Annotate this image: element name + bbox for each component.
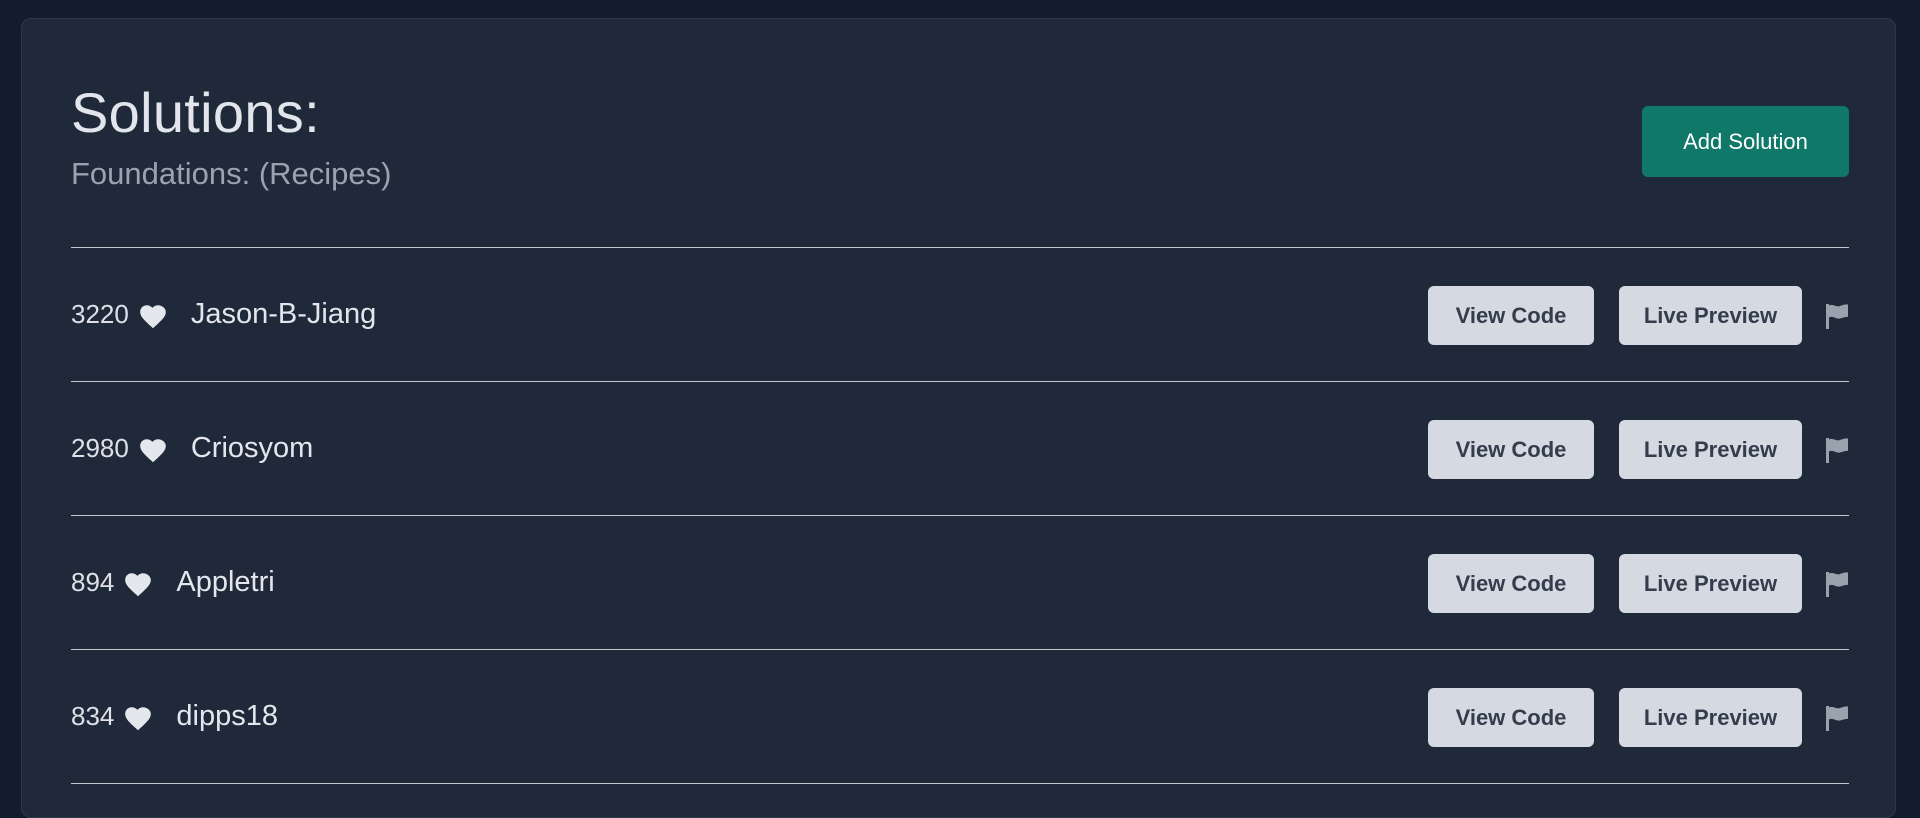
heart-icon[interactable]	[139, 303, 167, 329]
author-name: Jason-B-Jiang	[190, 298, 377, 330]
solution-row: 894 Appletri View Code Live Preview	[71, 516, 1849, 649]
solution-actions: View Code Live Preview	[1428, 688, 1849, 747]
flag-icon[interactable]	[1825, 303, 1849, 329]
view-code-button[interactable]: View Code	[1428, 286, 1594, 345]
solutions-list: 3220 Jason-B-Jiang View Code Live Previe…	[71, 247, 1849, 784]
solution-row: 2980 Criosyom View Code Live Preview	[71, 382, 1849, 515]
page-title: Solutions:	[71, 81, 320, 144]
divider	[71, 783, 1849, 784]
flag-icon[interactable]	[1825, 571, 1849, 597]
heart-icon[interactable]	[139, 437, 167, 463]
solutions-card: Solutions: Foundations: (Recipes) Add So…	[21, 18, 1896, 818]
solution-actions: View Code Live Preview	[1428, 420, 1849, 479]
view-code-button[interactable]: View Code	[1428, 688, 1594, 747]
add-solution-button[interactable]: Add Solution	[1642, 106, 1849, 177]
like-count: 894	[71, 567, 115, 597]
flag-icon[interactable]	[1825, 705, 1849, 731]
solution-row: 3220 Jason-B-Jiang View Code Live Previe…	[71, 248, 1849, 381]
live-preview-button[interactable]: Live Preview	[1619, 688, 1802, 747]
solution-actions: View Code Live Preview	[1428, 286, 1849, 345]
heart-icon[interactable]	[124, 705, 152, 731]
like-count: 2980	[71, 433, 129, 463]
heart-icon[interactable]	[124, 571, 152, 597]
view-code-button[interactable]: View Code	[1428, 554, 1594, 613]
view-code-button[interactable]: View Code	[1428, 420, 1594, 479]
live-preview-button[interactable]: Live Preview	[1619, 554, 1802, 613]
solutions-header: Solutions: Foundations: (Recipes) Add So…	[71, 67, 1849, 247]
like-count: 3220	[71, 299, 129, 329]
like-count: 834	[71, 701, 115, 731]
author-name: Criosyom	[190, 432, 314, 464]
solution-row: 834 dipps18 View Code Live Preview	[71, 650, 1849, 783]
author-name: dipps18	[176, 700, 278, 732]
author-name: Appletri	[176, 566, 275, 598]
live-preview-button[interactable]: Live Preview	[1619, 420, 1802, 479]
live-preview-button[interactable]: Live Preview	[1619, 286, 1802, 345]
solution-actions: View Code Live Preview	[1428, 554, 1849, 613]
flag-icon[interactable]	[1825, 437, 1849, 463]
page-subtitle: Foundations: (Recipes)	[71, 156, 392, 191]
